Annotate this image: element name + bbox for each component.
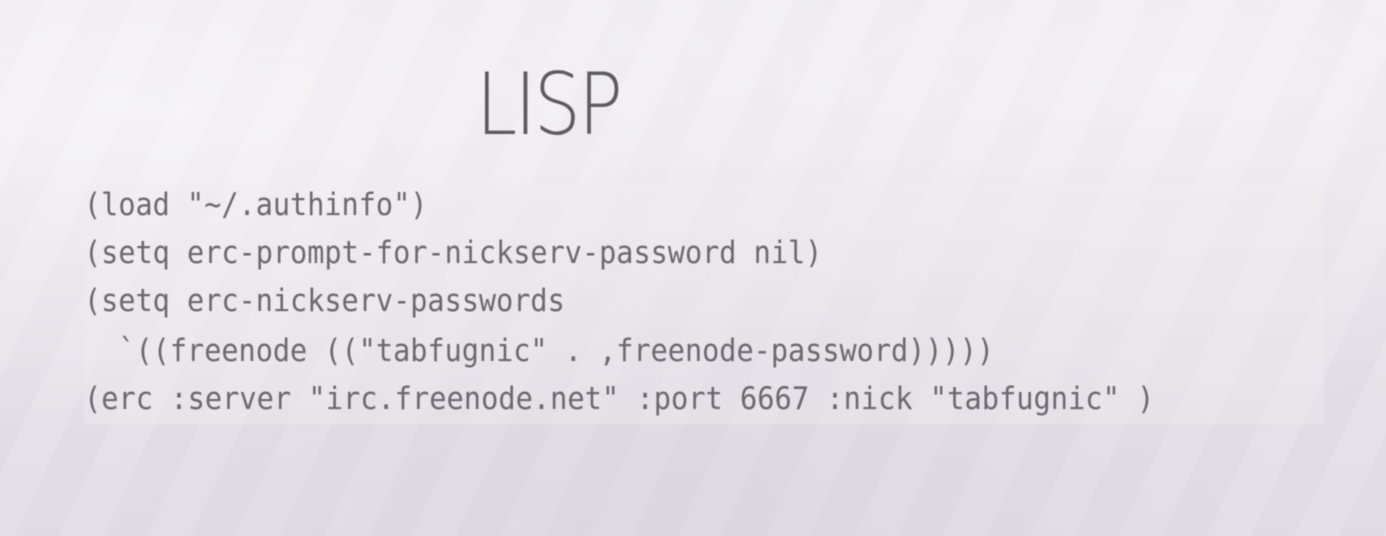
code-line: (setq erc-nickserv-passwords <box>84 283 565 319</box>
slide-title: LISP <box>476 55 623 155</box>
code-line: (erc :server "irc.freenode.net" :port 66… <box>84 381 1155 417</box>
code-line: `((freenode (("tabfugnic" . ,freenode-pa… <box>84 333 995 369</box>
code-line: (load "~/.authinfo") <box>84 187 428 223</box>
code-block: (load "~/.authinfo") (setq erc-prompt-fo… <box>84 184 1324 424</box>
presentation-slide: LISP (load "~/.authinfo") (setq erc-prom… <box>0 0 1386 536</box>
code-line: (setq erc-prompt-for-nickserv-password n… <box>84 235 823 271</box>
